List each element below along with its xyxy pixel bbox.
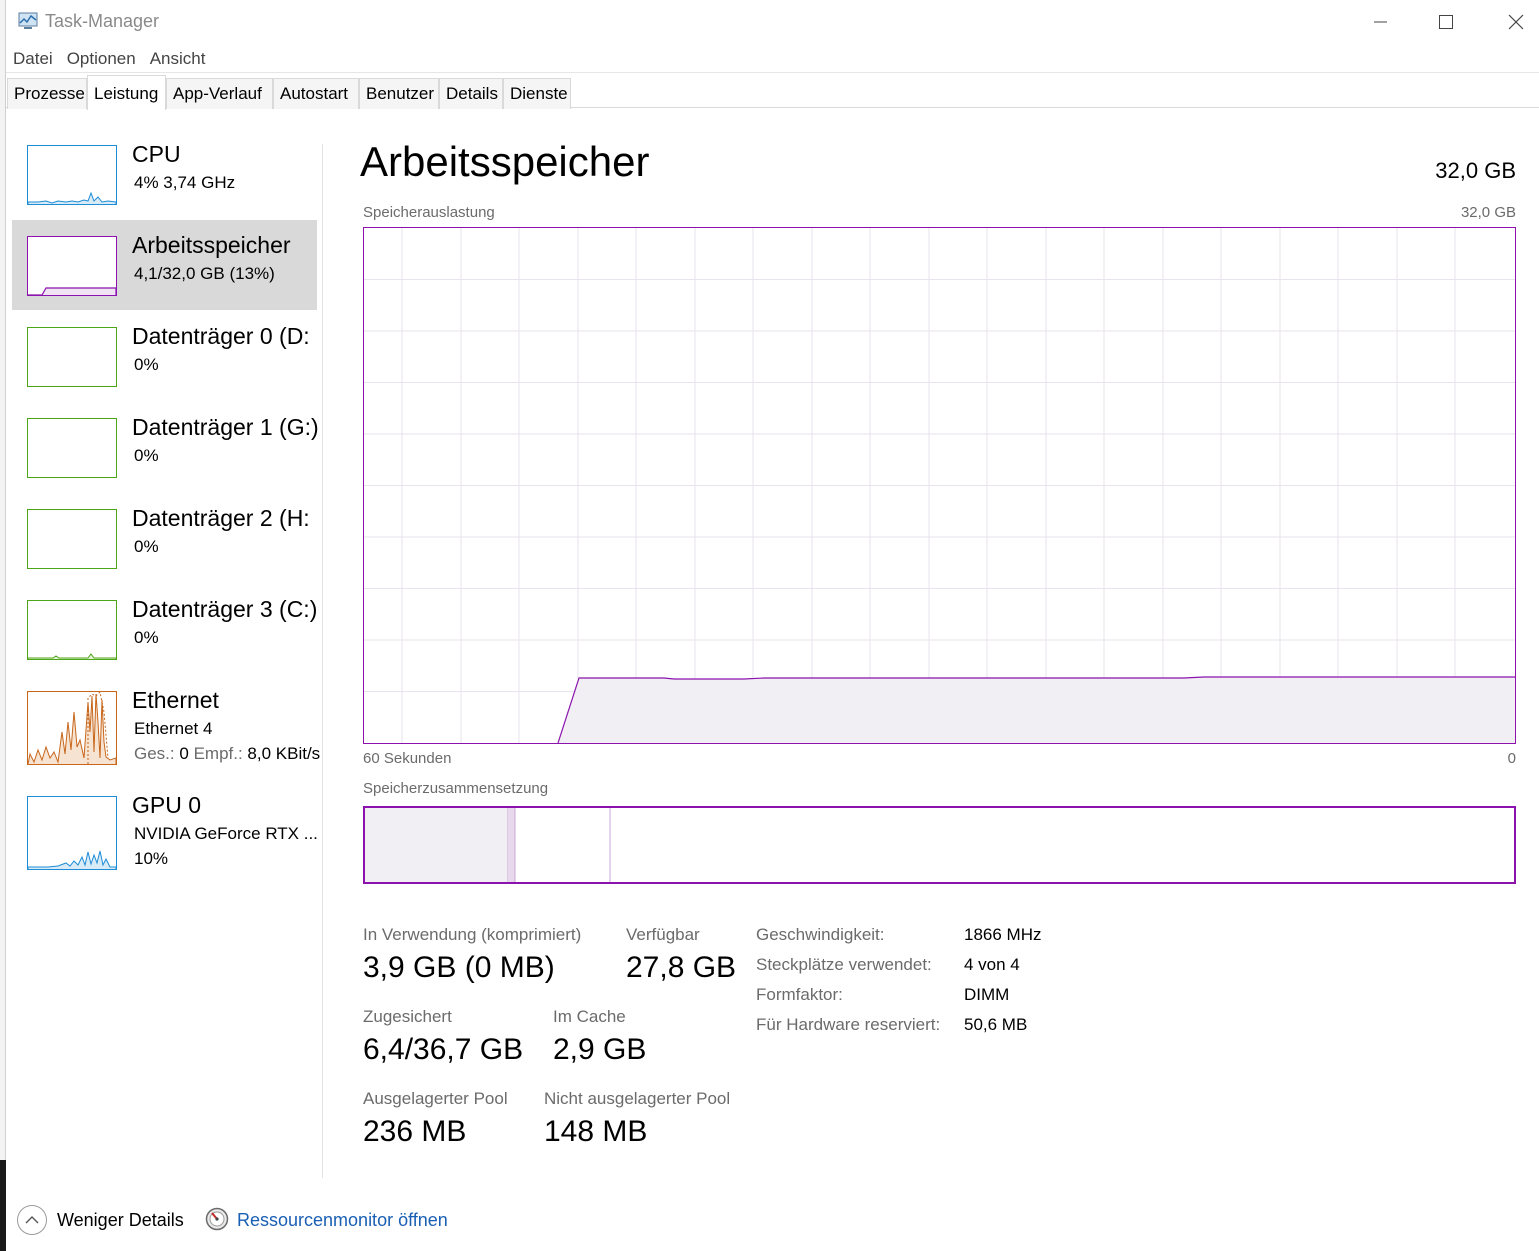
nonpaged-pool-label: Nicht ausgelagerter Pool (544, 1089, 731, 1108)
sidebar-item-label: Datenträger 0 (D: (132, 323, 310, 349)
form-factor-label: Formfaktor: (756, 985, 843, 1004)
task-manager-icon (18, 12, 38, 29)
sidebar-item-throughput: Ges.: 0 Empf.: 8,0 KBit/s (134, 744, 320, 764)
total-memory: 32,0 GB (1435, 158, 1516, 183)
available-value: 27,8 GB (626, 951, 737, 984)
usage-chart-label: Speicherauslastung (363, 204, 495, 221)
tab-leistung[interactable]: Leistung (87, 75, 166, 110)
sidebar-separator (322, 144, 323, 1178)
sidebar-item-ethernet[interactable]: Ethernet Ethernet 4 Ges.: 0 Empf.: 8,0 K… (12, 675, 320, 765)
maximize-icon (1439, 15, 1453, 29)
tab-dienste[interactable]: Dienste (503, 78, 571, 109)
chart-time-left-label: 60 Sekunden (363, 750, 452, 767)
cached-value: 2,9 GB (553, 1033, 647, 1066)
sidebar-item-detail: 4% 3,74 GHz (134, 173, 236, 192)
sidebar-item-label: Arbeitsspeicher (132, 232, 291, 258)
slots-label: Steckplätze verwendet: (756, 955, 932, 974)
send-value: 0 (179, 744, 189, 763)
available-label: Verfügbar (626, 925, 700, 944)
sidebar-item-detail: 4,1/32,0 GB (13%) (134, 264, 275, 283)
composition-label: Speicherzusammensetzung (363, 780, 549, 797)
sidebar-item-label: Ethernet (132, 687, 219, 713)
sidebar-item-detail: 0% (134, 628, 159, 647)
maximize-button[interactable] (1411, 0, 1481, 44)
memory-usage-graph (364, 228, 1515, 744)
tab-app-verlauf[interactable]: App-Verlauf (166, 78, 273, 109)
sidebar-item-detail: 0% (134, 446, 159, 465)
slots-value: 4 von 4 (964, 955, 1020, 974)
close-button[interactable] (1481, 0, 1539, 44)
speed-value: 1866 MHz (964, 925, 1042, 944)
menu-datei[interactable]: Datei (6, 46, 60, 72)
committed-value: 6,4/36,7 GB (363, 1033, 524, 1066)
sidebar-item-label: CPU (132, 141, 181, 167)
fewer-details-link[interactable]: Weniger Details (57, 1210, 184, 1231)
sidebar-item-datentraeger-2[interactable]: Datenträger 2 (H: 0% (12, 493, 317, 583)
sidebar-item-detail: NVIDIA GeForce RTX ... (134, 824, 318, 843)
committed-label: Zugesichert (363, 1007, 452, 1026)
menu-optionen[interactable]: Optionen (60, 46, 143, 72)
minimize-icon (1374, 21, 1387, 23)
in-use-label: In Verwendung (komprimiert) (363, 925, 582, 944)
disk-1-thumbnail-graph (27, 418, 117, 478)
sidebar-item-label: Datenträger 3 (C:) (132, 596, 318, 622)
fewer-details-button[interactable] (17, 1205, 47, 1235)
resource-monitor-link[interactable]: Ressourcenmonitor öffnen (237, 1210, 448, 1231)
menu-bar: Datei Optionen Ansicht (6, 46, 212, 72)
in-use-value: 3,9 GB (0 MB) (363, 951, 555, 984)
memory-thumbnail-graph (27, 236, 117, 296)
disk-2-thumbnail-graph (27, 509, 117, 569)
sidebar-item-detail: Ethernet 4 (134, 719, 213, 738)
minimize-button[interactable] (1346, 0, 1416, 44)
sidebar-item-detail: 0% (134, 355, 159, 374)
gpu-thumbnail-graph (27, 796, 117, 870)
memory-composition-graph (365, 808, 611, 882)
speed-label: Geschwindigkeit: (756, 925, 885, 944)
sidebar-item-label: Datenträger 2 (H: (132, 505, 310, 531)
tab-bar: Prozesse Leistung App-Verlauf Autostart … (6, 72, 1539, 110)
sidebar-item-gpu-0[interactable]: GPU 0 NVIDIA GeForce RTX ... 10% (12, 780, 318, 870)
disk-0-thumbnail-graph (27, 327, 117, 387)
paged-pool-value: 236 MB (363, 1115, 467, 1148)
menu-ansicht[interactable]: Ansicht (143, 46, 213, 72)
sidebar-item-label: GPU 0 (132, 792, 202, 818)
nonpaged-pool-value: 148 MB (544, 1115, 648, 1148)
usage-chart-max: 32,0 GB (1460, 204, 1516, 221)
chevron-up-icon (25, 1216, 39, 1224)
window-title: Task-Manager (45, 11, 160, 31)
tab-autostart[interactable]: Autostart (273, 78, 359, 109)
chart-time-right-label: 0 (1507, 750, 1516, 767)
paged-pool-label: Ausgelagerter Pool (363, 1089, 508, 1108)
memory-composition-bar (363, 806, 1516, 884)
page-title: Arbeitsspeicher (360, 138, 650, 185)
sidebar-item-datentraeger-3[interactable]: Datenträger 3 (C:) 0% (12, 584, 317, 674)
ethernet-thumbnail-graph (27, 691, 117, 765)
task-manager-window: Task-Manager Datei Optionen Ansicht Proz… (6, 0, 1539, 1251)
sidebar-item-datentraeger-1[interactable]: Datenträger 1 (G:) 0% (12, 402, 318, 492)
receive-value: 8,0 KBit/s (247, 744, 320, 763)
tab-benutzer[interactable]: Benutzer (359, 78, 439, 109)
sidebar-item-detail: 0% (134, 537, 159, 556)
memory-usage-chart (363, 227, 1516, 744)
sidebar-item-arbeitsspeicher[interactable]: Arbeitsspeicher 4,1/32,0 GB (13%) (12, 220, 317, 310)
cpu-thumbnail-graph (27, 145, 117, 205)
form-factor-value: DIMM (964, 985, 1010, 1004)
sidebar-item-cpu[interactable]: CPU 4% 3,74 GHz (12, 129, 317, 219)
tab-prozesse[interactable]: Prozesse (7, 78, 87, 109)
hardware-reserved-label: Für Hardware reserviert: (756, 1015, 941, 1034)
title-bar: Task-Manager (6, 0, 1539, 44)
sidebar-item-datentraeger-0[interactable]: Datenträger 0 (D: 0% (12, 311, 317, 401)
resource-monitor-icon (205, 1207, 229, 1231)
disk-3-thumbnail-graph (27, 600, 117, 660)
tab-details[interactable]: Details (439, 78, 503, 109)
cached-label: Im Cache (553, 1007, 626, 1026)
sidebar-item-label: Datenträger 1 (G:) (132, 414, 318, 440)
hardware-reserved-value: 50,6 MB (964, 1015, 1028, 1034)
send-label: Ges.: (134, 744, 175, 763)
close-icon (1508, 14, 1524, 30)
receive-label: Empf.: (193, 744, 243, 763)
sidebar-item-usage: 10% (134, 849, 169, 868)
